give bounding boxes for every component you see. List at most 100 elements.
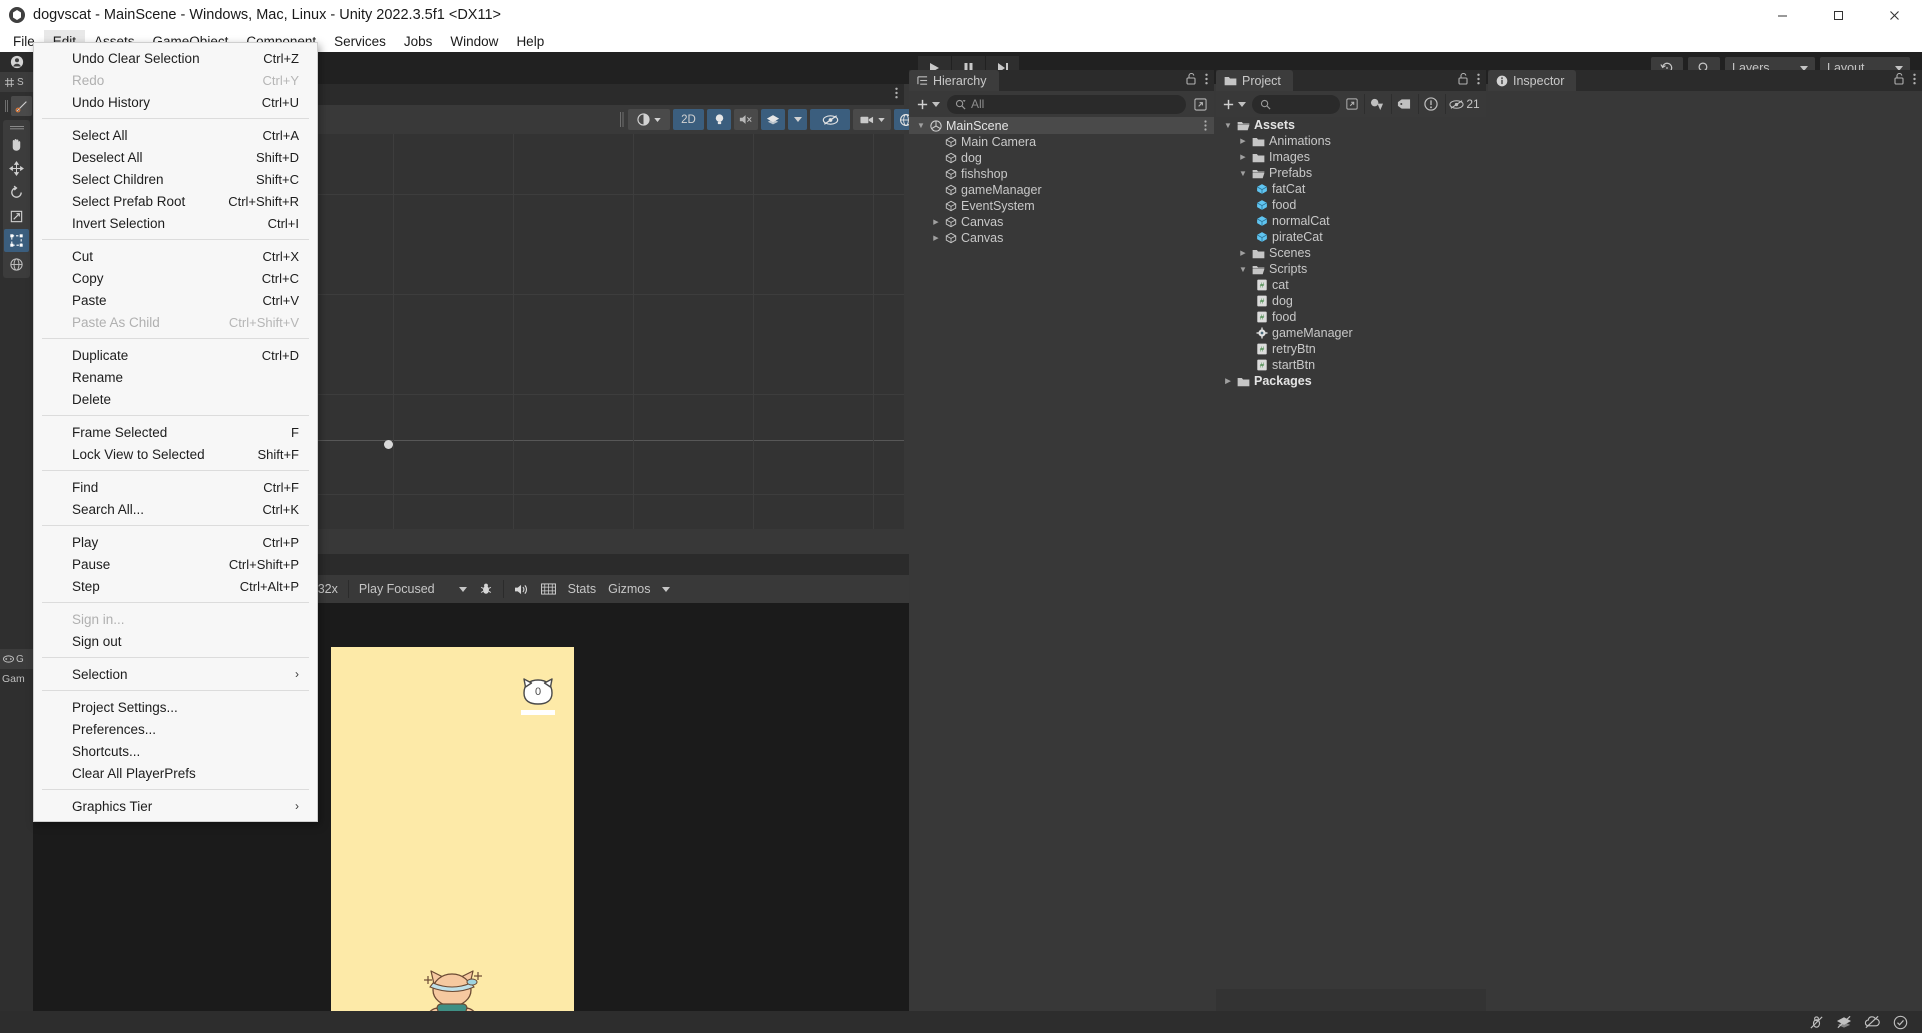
kebab-menu-icon[interactable] bbox=[895, 87, 898, 99]
project-add-button[interactable] bbox=[1219, 98, 1249, 111]
project-item-animations[interactable]: ▶ Animations bbox=[1216, 133, 1486, 149]
stats-button[interactable]: Stats bbox=[562, 579, 603, 599]
gizmos-button[interactable]: Gizmos bbox=[602, 579, 656, 599]
project-item-assets[interactable]: ▼ Assets bbox=[1216, 117, 1486, 133]
kebab-menu-icon[interactable] bbox=[1477, 73, 1480, 85]
gizmos-dropdown[interactable] bbox=[656, 579, 676, 599]
menu-jobs[interactable]: Jobs bbox=[395, 30, 442, 52]
lock-icon[interactable] bbox=[1186, 73, 1196, 85]
rail-tab-gam[interactable]: Gam bbox=[0, 669, 33, 689]
audio-mute-icon[interactable] bbox=[734, 109, 758, 130]
menu-item-select-children[interactable]: Select Children Shift+C bbox=[34, 168, 317, 190]
kebab-menu-icon[interactable] bbox=[1205, 73, 1208, 85]
menu-item-step[interactable]: Step Ctrl+Alt+P bbox=[34, 575, 317, 597]
scene-camera-icon[interactable] bbox=[853, 109, 891, 130]
tab-hierarchy[interactable]: Hierarchy bbox=[909, 70, 999, 91]
project-item-startbtn-script[interactable]: # startBtn bbox=[1216, 357, 1486, 373]
project-item-cat-script[interactable]: # cat bbox=[1216, 277, 1486, 293]
twisty-down-icon[interactable]: ▼ bbox=[916, 121, 926, 130]
menu-item-invert-selection[interactable]: Invert Selection Ctrl+I bbox=[34, 212, 317, 234]
project-item-fatcat[interactable]: fatCat bbox=[1216, 181, 1486, 197]
project-item-scenes[interactable]: ▶ Scenes bbox=[1216, 245, 1486, 261]
hierarchy-item-fishshop[interactable]: fishshop bbox=[909, 166, 1214, 182]
label-filter-icon[interactable] bbox=[1391, 94, 1415, 114]
menu-item-preferences[interactable]: Preferences... bbox=[34, 718, 317, 740]
project-expand-icon[interactable] bbox=[1343, 95, 1361, 113]
palette-grip-icon[interactable] bbox=[9, 125, 24, 130]
project-item-images[interactable]: ▶ Images bbox=[1216, 149, 1486, 165]
menu-window[interactable]: Window bbox=[441, 30, 507, 52]
kebab-menu-icon[interactable] bbox=[1913, 73, 1916, 85]
project-search-input[interactable] bbox=[1252, 94, 1340, 114]
asset-type-filter-icon[interactable] bbox=[1364, 94, 1388, 114]
project-item-prefabs[interactable]: ▼ Prefabs bbox=[1216, 165, 1486, 181]
project-item-normalcat[interactable]: normalCat bbox=[1216, 213, 1486, 229]
hierarchy-item-dog[interactable]: dog bbox=[909, 150, 1214, 166]
menu-item-select-prefab-root[interactable]: Select Prefab Root Ctrl+Shift+R bbox=[34, 190, 317, 212]
minimize-button[interactable] bbox=[1754, 0, 1810, 30]
menu-item-frame-selected[interactable]: Frame Selected F bbox=[34, 421, 317, 443]
project-item-dog-script[interactable]: # dog bbox=[1216, 293, 1486, 309]
twisty-down-icon[interactable]: ▼ bbox=[1238, 265, 1248, 274]
hidden-assets-count[interactable]: 21 bbox=[1445, 94, 1483, 114]
transform-tool-icon[interactable] bbox=[4, 253, 29, 276]
project-item-retrybtn-script[interactable]: # retryBtn bbox=[1216, 341, 1486, 357]
mute-audio-icon[interactable] bbox=[508, 579, 535, 599]
menu-item-deselect-all[interactable]: Deselect All Shift+D bbox=[34, 146, 317, 168]
twisty-right-icon[interactable]: ▶ bbox=[931, 218, 941, 226]
menu-item-undo-history[interactable]: Undo History Ctrl+U bbox=[34, 91, 317, 113]
effects-dropdown-icon[interactable] bbox=[788, 109, 807, 130]
pivot-rotation-icon[interactable] bbox=[11, 96, 32, 116]
menu-item-duplicate[interactable]: Duplicate Ctrl+D bbox=[34, 344, 317, 366]
menu-item-cut[interactable]: Cut Ctrl+X bbox=[34, 245, 317, 267]
project-item-packages[interactable]: ▶ Packages bbox=[1216, 373, 1486, 389]
hierarchy-item-mainscene[interactable]: ▼ MainScene bbox=[909, 117, 1214, 134]
menu-item-selection[interactable]: Selection › bbox=[34, 663, 317, 685]
twisty-right-icon[interactable]: ▶ bbox=[1238, 249, 1248, 257]
move-tool-icon[interactable] bbox=[4, 157, 29, 180]
menu-item-undo-clear-selection[interactable]: Undo Clear Selection Ctrl+Z bbox=[34, 47, 317, 69]
scene-origin-handle[interactable] bbox=[384, 440, 393, 449]
menu-item-paste[interactable]: Paste Ctrl+V bbox=[34, 289, 317, 311]
menu-services[interactable]: Services bbox=[325, 30, 395, 52]
check-circle-icon[interactable] bbox=[1886, 1011, 1914, 1033]
vsync-icon[interactable] bbox=[535, 579, 562, 599]
rect-tool-icon[interactable] bbox=[4, 229, 29, 252]
menu-help[interactable]: Help bbox=[507, 30, 553, 52]
twisty-down-icon[interactable]: ▼ bbox=[1238, 169, 1248, 178]
menu-item-search-all[interactable]: Search All... Ctrl+K bbox=[34, 498, 317, 520]
tab-inspector[interactable]: Inspector bbox=[1488, 70, 1577, 91]
layers-off-icon[interactable] bbox=[1830, 1011, 1858, 1033]
hierarchy-item-canvas-1[interactable]: ▶ Canvas bbox=[909, 214, 1214, 230]
project-item-piratecat[interactable]: pirateCat bbox=[1216, 229, 1486, 245]
rotate-tool-icon[interactable] bbox=[4, 181, 29, 204]
rail-tab-game[interactable]: G bbox=[0, 649, 33, 669]
rail-tab-account[interactable] bbox=[0, 52, 33, 72]
warning-filter-icon[interactable] bbox=[1418, 94, 1442, 114]
collab-off-icon[interactable] bbox=[1802, 1011, 1830, 1033]
tab-project[interactable]: Project bbox=[1216, 70, 1293, 91]
rail-tab-scene[interactable]: S bbox=[0, 72, 33, 92]
menu-item-play[interactable]: Play Ctrl+P bbox=[34, 531, 317, 553]
lock-icon[interactable] bbox=[1458, 73, 1468, 85]
bug-report-icon[interactable] bbox=[473, 579, 499, 599]
kebab-menu-icon[interactable] bbox=[1204, 120, 1207, 131]
project-item-food-script[interactable]: # food bbox=[1216, 309, 1486, 325]
hierarchy-search-input[interactable]: All bbox=[947, 94, 1186, 114]
menu-item-graphics-tier[interactable]: Graphics Tier › bbox=[34, 795, 317, 817]
twisty-right-icon[interactable]: ▶ bbox=[1238, 137, 1248, 145]
scene-visibility-icon[interactable] bbox=[810, 109, 850, 130]
project-item-scripts[interactable]: ▼ Scripts bbox=[1216, 261, 1486, 277]
scene-2d-toggle[interactable]: 2D bbox=[673, 109, 704, 130]
menu-item-shortcuts[interactable]: Shortcuts... bbox=[34, 740, 317, 762]
twisty-right-icon[interactable]: ▶ bbox=[1238, 153, 1248, 161]
menu-item-clear-all-playerprefs[interactable]: Clear All PlayerPrefs bbox=[34, 762, 317, 784]
play-mode-dropdown[interactable]: Play Focused bbox=[353, 579, 473, 599]
hierarchy-item-gamemanager[interactable]: gameManager bbox=[909, 182, 1214, 198]
close-button[interactable] bbox=[1866, 0, 1922, 30]
menu-item-select-all[interactable]: Select All Ctrl+A bbox=[34, 124, 317, 146]
menu-item-sign-out[interactable]: Sign out bbox=[34, 630, 317, 652]
menu-item-lock-view-to-selected[interactable]: Lock View to Selected Shift+F bbox=[34, 443, 317, 465]
effects-icon[interactable] bbox=[761, 109, 785, 130]
scale-tool-icon[interactable] bbox=[4, 205, 29, 228]
